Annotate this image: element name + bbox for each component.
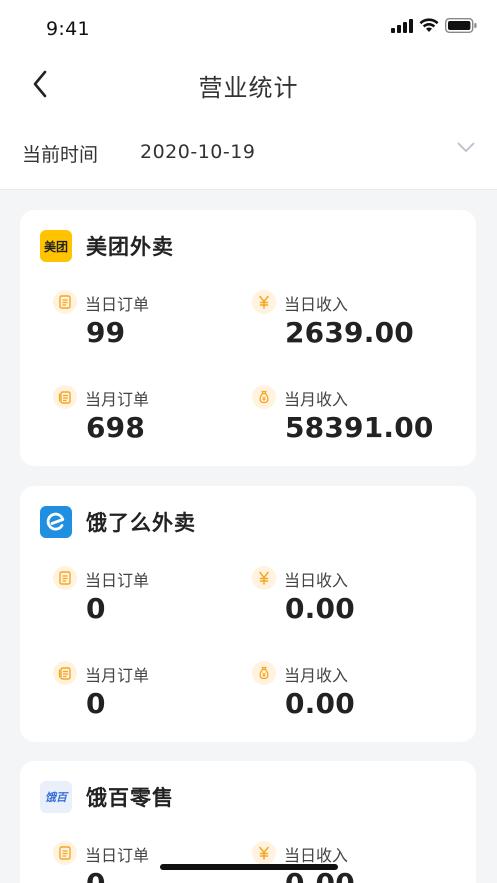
yen-icon [252, 290, 276, 314]
stat-value: 2639.00 [285, 316, 414, 349]
stat-value: 0 [86, 687, 106, 720]
date-filter-label: 当前时间 [22, 144, 99, 166]
stat-label: 当日收入 [284, 571, 349, 590]
meituan-logo-icon: 美团 [40, 230, 72, 262]
yen-icon [252, 841, 276, 865]
status-icons [391, 18, 477, 33]
card-header: 美团 美团外卖 [40, 230, 174, 262]
stat-day-orders: 当日订单 99 [53, 290, 253, 370]
ebai-logo-text: 饿百 [45, 791, 67, 804]
ebai-logo-icon: 饿百 [40, 781, 72, 813]
order-list-icon [53, 661, 77, 685]
eleme-logo-icon [40, 506, 72, 538]
stat-month-orders: 当月订单 0 [53, 661, 253, 741]
stat-label: 当日收入 [284, 295, 349, 314]
stat-label: 当日订单 [85, 846, 150, 865]
order-list-icon [53, 385, 77, 409]
store-name: 饿百零售 [86, 786, 174, 810]
store-name: 美团外卖 [86, 235, 174, 259]
signal-icon [391, 18, 413, 33]
order-icon [53, 841, 77, 865]
stat-value: 698 [86, 411, 146, 444]
stat-label: 当月订单 [85, 390, 150, 409]
date-filter-bar: 当前时间 2020-10-19 [0, 112, 497, 190]
stat-label: 当日收入 [284, 846, 349, 865]
stat-label: 当月收入 [284, 666, 349, 685]
card-header: 饿了么外卖 [40, 506, 196, 538]
store-card-eleme[interactable]: 饿了么外卖 当日订单 0 当日收入 0.00 当月订单 0 当月收入 0.00 [20, 486, 476, 742]
page-title: 营业统计 [198, 74, 299, 102]
stat-value: 58391.00 [285, 411, 434, 444]
status-time: 9:41 [46, 18, 90, 40]
wifi-icon [419, 18, 439, 32]
battery-icon [445, 18, 477, 33]
stat-day-income: 当日收入 0.00 [252, 841, 452, 883]
order-icon [53, 566, 77, 590]
stat-value: 0.00 [285, 687, 355, 720]
stat-label: 当月订单 [85, 666, 150, 685]
store-name: 饿了么外卖 [86, 511, 196, 535]
nav-bar: 营业统计 [0, 56, 497, 112]
stat-label: 当日订单 [85, 295, 150, 314]
stat-day-orders: 当日订单 0 [53, 841, 253, 883]
money-bag-icon [252, 661, 276, 685]
date-filter-value: 2020-10-19 [140, 141, 256, 163]
stat-value: 0 [86, 867, 106, 883]
card-header: 饿百 饿百零售 [40, 781, 174, 813]
stat-value: 0.00 [285, 592, 355, 625]
stat-value: 0 [86, 592, 106, 625]
chevron-down-icon [457, 142, 475, 152]
stat-label: 当月收入 [284, 390, 349, 409]
stat-month-income: 当月收入 58391.00 [252, 385, 452, 465]
stat-month-income: 当月收入 0.00 [252, 661, 452, 741]
stat-month-orders: 当月订单 698 [53, 385, 253, 465]
stat-day-income: 当日收入 0.00 [252, 566, 452, 646]
stat-day-income: 当日收入 2639.00 [252, 290, 452, 370]
money-bag-icon [252, 385, 276, 409]
yen-icon [252, 566, 276, 590]
home-indicator[interactable] [160, 864, 338, 870]
store-card-meituan[interactable]: 美团 美团外卖 当日订单 99 当日收入 2639.00 当月订单 698 当月… [20, 210, 476, 466]
status-bar: 9:41 [0, 0, 497, 56]
stat-day-orders: 当日订单 0 [53, 566, 253, 646]
meituan-logo-text: 美团 [43, 239, 68, 254]
stat-label: 当日订单 [85, 571, 150, 590]
stat-value: 99 [86, 316, 126, 349]
order-icon [53, 290, 77, 314]
